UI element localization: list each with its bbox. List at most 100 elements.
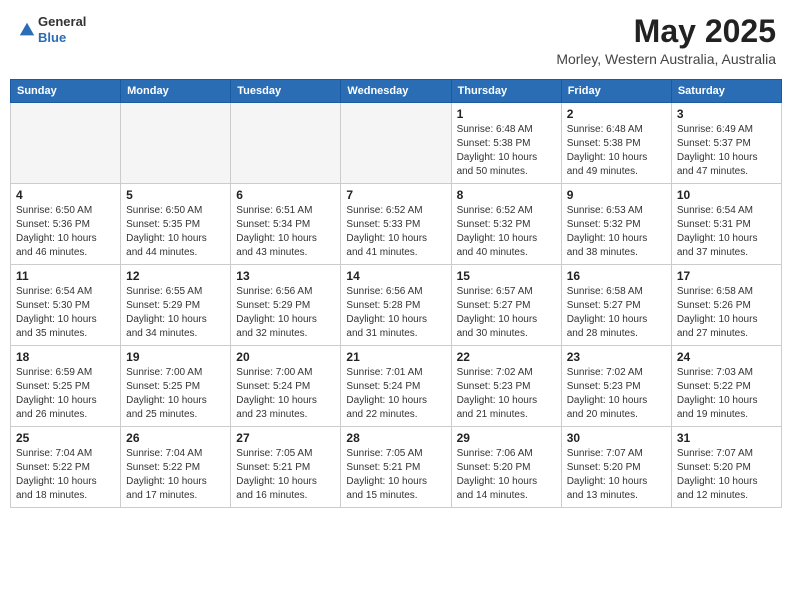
calendar-cell: 28 Sunrise: 7:05 AMSunset: 5:21 PMDayligh… xyxy=(341,427,451,508)
day-number: 11 xyxy=(16,269,115,283)
day-info: Sunrise: 6:56 AMSunset: 5:28 PMDaylight:… xyxy=(346,285,445,341)
day-info: Sunrise: 6:59 AMSunset: 5:25 PMDaylight:… xyxy=(16,366,115,422)
calendar-table: SundayMondayTuesdayWednesdayThursdayFrid… xyxy=(10,79,782,508)
calendar-cell: 27Sunrise: 7:05 AMSunset: 5:21 PMDayligh… xyxy=(231,427,341,508)
day-info: Sunrise: 6:53 AMSunset: 5:32 PMDaylight:… xyxy=(567,204,666,260)
calendar-cell xyxy=(11,103,121,184)
logo-text: General Blue xyxy=(38,14,86,45)
day-info: Sunrise: 6:57 AMSunset: 5:27 PMDaylight:… xyxy=(457,285,556,341)
calendar-cell: 8Sunrise: 6:52 AMSunset: 5:32 PMDaylight… xyxy=(451,184,561,265)
day-number: 5 xyxy=(126,188,225,202)
day-number: 18 xyxy=(16,350,115,364)
calendar-cell: 24 Sunrise: 7:03 AMSunset: 5:22 PMDayligh… xyxy=(671,346,781,427)
day-info: Sunrise: 6:52 AMSunset: 5:32 PMDaylight:… xyxy=(457,204,556,260)
day-number: 27 xyxy=(236,431,335,445)
day-number: 10 xyxy=(677,188,776,202)
day-info: Sunrise: 6:52 AMSunset: 5:33 PMDaylight:… xyxy=(346,204,445,260)
day-number: 12 xyxy=(126,269,225,283)
day-info: Sunrise: 7:02 AMSunset: 5:23 PMDaylight:… xyxy=(457,366,556,422)
calendar-cell: 14 Sunrise: 6:56 AMSunset: 5:28 PMDayligh… xyxy=(341,265,451,346)
day-info: Sunrise: 6:58 AMSunset: 5:27 PMDaylight:… xyxy=(567,285,666,341)
calendar-cell: 21 Sunrise: 7:01 AMSunset: 5:24 PMDayligh… xyxy=(341,346,451,427)
day-number: 15 xyxy=(457,269,556,283)
day-number: 3 xyxy=(677,107,776,121)
calendar-cell: 4 Sunrise: 6:50 AMSunset: 5:36 PMDaylight… xyxy=(11,184,121,265)
calendar-cell: 15 Sunrise: 6:57 AMSunset: 5:27 PMDayligh… xyxy=(451,265,561,346)
logo-icon xyxy=(18,21,36,39)
day-number: 2 xyxy=(567,107,666,121)
day-number: 25 xyxy=(16,431,115,445)
calendar-cell: 18 Sunrise: 6:59 AMSunset: 5:25 PMDayligh… xyxy=(11,346,121,427)
calendar-cell: 23 Sunrise: 7:02 AMSunset: 5:23 PMDayligh… xyxy=(561,346,671,427)
calendar-cell: 3 Sunrise: 6:49 AMSunset: 5:37 PMDaylight… xyxy=(671,103,781,184)
calendar-week-row: 18 Sunrise: 6:59 AMSunset: 5:25 PMDayligh… xyxy=(11,346,782,427)
calendar-cell: 20 Sunrise: 7:00 AMSunset: 5:24 PMDayligh… xyxy=(231,346,341,427)
calendar-cell: 11 Sunrise: 6:54 AMSunset: 5:30 PMDayligh… xyxy=(11,265,121,346)
day-number: 19 xyxy=(126,350,225,364)
day-number: 17 xyxy=(677,269,776,283)
day-info: Sunrise: 6:55 AMSunset: 5:29 PMDaylight:… xyxy=(126,285,225,341)
calendar-cell: 31 Sunrise: 7:07 AMSunset: 5:20 PMDayligh… xyxy=(671,427,781,508)
weekday-header: Saturday xyxy=(671,80,781,103)
day-info: Sunrise: 6:48 AMSunset: 5:38 PMDaylight:… xyxy=(567,123,666,179)
calendar-cell: 12 Sunrise: 6:55 AMSunset: 5:29 PMDayligh… xyxy=(121,265,231,346)
day-info: Sunrise: 7:00 AMSunset: 5:25 PMDaylight:… xyxy=(126,366,225,422)
calendar-week-row: 1 Sunrise: 6:48 AMSunset: 5:38 PMDaylight… xyxy=(11,103,782,184)
day-number: 9 xyxy=(567,188,666,202)
day-number: 22 xyxy=(457,350,556,364)
day-number: 29 xyxy=(457,431,556,445)
day-number: 1 xyxy=(457,107,556,121)
day-number: 13 xyxy=(236,269,335,283)
day-number: 24 xyxy=(677,350,776,364)
day-number: 20 xyxy=(236,350,335,364)
day-info: Sunrise: 6:51 AMSunset: 5:34 PMDaylight:… xyxy=(236,204,335,260)
calendar-week-row: 4 Sunrise: 6:50 AMSunset: 5:36 PMDaylight… xyxy=(11,184,782,265)
day-number: 26 xyxy=(126,431,225,445)
day-info: Sunrise: 7:07 AMSunset: 5:20 PMDaylight:… xyxy=(567,447,666,503)
day-number: 28 xyxy=(346,431,445,445)
day-info: Sunrise: 7:00 AMSunset: 5:24 PMDaylight:… xyxy=(236,366,335,422)
calendar-week-row: 25Sunrise: 7:04 AMSunset: 5:22 PMDayligh… xyxy=(11,427,782,508)
weekday-header: Tuesday xyxy=(231,80,341,103)
day-info: Sunrise: 6:54 AMSunset: 5:31 PMDaylight:… xyxy=(677,204,776,260)
day-number: 21 xyxy=(346,350,445,364)
day-number: 23 xyxy=(567,350,666,364)
title-block: May 2025 Morley, Western Australia, Aust… xyxy=(556,14,776,67)
day-info: Sunrise: 7:07 AMSunset: 5:20 PMDaylight:… xyxy=(677,447,776,503)
calendar-cell: 22 Sunrise: 7:02 AMSunset: 5:23 PMDayligh… xyxy=(451,346,561,427)
calendar-cell: 5Sunrise: 6:50 AMSunset: 5:35 PMDaylight… xyxy=(121,184,231,265)
day-info: Sunrise: 6:58 AMSunset: 5:26 PMDaylight:… xyxy=(677,285,776,341)
calendar-cell: 9 Sunrise: 6:53 AMSunset: 5:32 PMDaylight… xyxy=(561,184,671,265)
weekday-header: Thursday xyxy=(451,80,561,103)
weekday-header-row: SundayMondayTuesdayWednesdayThursdayFrid… xyxy=(11,80,782,103)
calendar-cell: 25Sunrise: 7:04 AMSunset: 5:22 PMDayligh… xyxy=(11,427,121,508)
day-number: 4 xyxy=(16,188,115,202)
calendar-cell: 29 Sunrise: 7:06 AMSunset: 5:20 PMDayligh… xyxy=(451,427,561,508)
logo: General Blue xyxy=(16,14,86,45)
day-info: Sunrise: 6:49 AMSunset: 5:37 PMDaylight:… xyxy=(677,123,776,179)
day-info: Sunrise: 6:48 AMSunset: 5:38 PMDaylight:… xyxy=(457,123,556,179)
calendar-cell: 19 Sunrise: 7:00 AMSunset: 5:25 PMDayligh… xyxy=(121,346,231,427)
calendar-cell: 16 Sunrise: 6:58 AMSunset: 5:27 PMDayligh… xyxy=(561,265,671,346)
calendar-cell: 10 Sunrise: 6:54 AMSunset: 5:31 PMDayligh… xyxy=(671,184,781,265)
day-info: Sunrise: 6:54 AMSunset: 5:30 PMDaylight:… xyxy=(16,285,115,341)
day-number: 31 xyxy=(677,431,776,445)
calendar-cell xyxy=(341,103,451,184)
day-info: Sunrise: 7:05 AMSunset: 5:21 PMDaylight:… xyxy=(346,447,445,503)
calendar-week-row: 11 Sunrise: 6:54 AMSunset: 5:30 PMDayligh… xyxy=(11,265,782,346)
day-info: Sunrise: 7:03 AMSunset: 5:22 PMDaylight:… xyxy=(677,366,776,422)
day-info: Sunrise: 7:01 AMSunset: 5:24 PMDaylight:… xyxy=(346,366,445,422)
weekday-header: Wednesday xyxy=(341,80,451,103)
calendar-cell: 17 Sunrise: 6:58 AMSunset: 5:26 PMDayligh… xyxy=(671,265,781,346)
day-info: Sunrise: 7:06 AMSunset: 5:20 PMDaylight:… xyxy=(457,447,556,503)
day-info: Sunrise: 6:50 AMSunset: 5:36 PMDaylight:… xyxy=(16,204,115,260)
page-header: General Blue May 2025 Morley, Western Au… xyxy=(10,10,782,71)
day-number: 14 xyxy=(346,269,445,283)
day-number: 16 xyxy=(567,269,666,283)
calendar-cell: 26Sunrise: 7:04 AMSunset: 5:22 PMDayligh… xyxy=(121,427,231,508)
day-info: Sunrise: 7:02 AMSunset: 5:23 PMDaylight:… xyxy=(567,366,666,422)
weekday-header: Monday xyxy=(121,80,231,103)
calendar-cell: 7Sunrise: 6:52 AMSunset: 5:33 PMDaylight… xyxy=(341,184,451,265)
day-number: 6 xyxy=(236,188,335,202)
location-title: Morley, Western Australia, Australia xyxy=(556,51,776,67)
